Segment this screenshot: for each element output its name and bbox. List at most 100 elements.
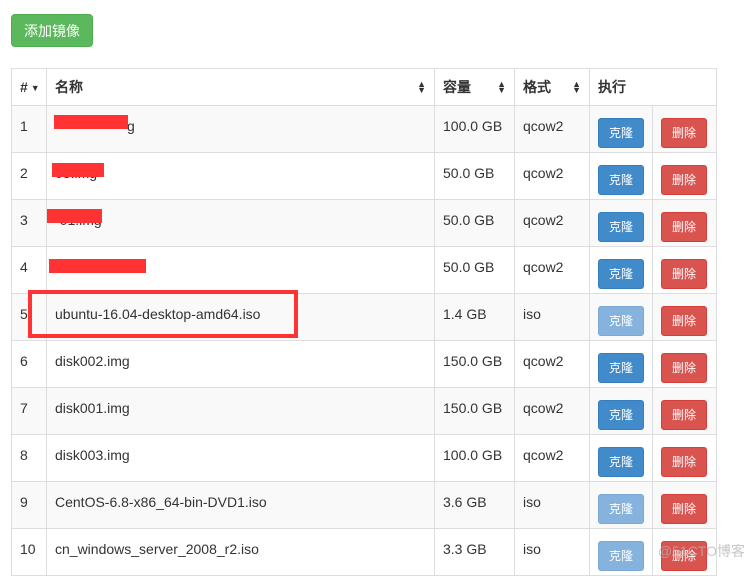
table-row: 5 ubuntu-16.04-desktop-amd64.iso 1.4 GB iso… — [11, 293, 717, 341]
column-header-name-label: 名称 — [55, 79, 83, 95]
row-delete-cell: 删除 — [652, 152, 717, 200]
row-format: iso — [514, 293, 590, 341]
row-delete-cell: 删除 — [652, 481, 717, 529]
row-delete-cell: 删除 — [652, 105, 717, 153]
row-name: cn_windows_server_2008_r2.iso — [46, 528, 435, 576]
sort-icon: ▲ ▼ — [417, 79, 426, 95]
row-delete-cell: 删除 — [652, 528, 717, 576]
delete-button[interactable]: 删除 — [661, 494, 707, 524]
row-index: 1 — [11, 105, 47, 153]
row-index: 10 — [11, 528, 47, 576]
image-table: # ▼ 名称 ▲ ▼ 容量 ▲ ▼ 格式 ▲ ▼ 执行 1 g 100.0 GB qcow2 克… — [11, 68, 717, 576]
row-name: g — [46, 105, 435, 153]
row-format: qcow2 — [514, 246, 590, 294]
clone-button[interactable]: 克隆 — [598, 541, 644, 571]
redaction-bar — [49, 259, 146, 273]
redaction-bar — [52, 163, 104, 177]
column-header-index[interactable]: # ▼ — [11, 68, 47, 106]
row-delete-cell: 删除 — [652, 340, 717, 388]
column-header-actions-label: 执行 — [598, 79, 626, 95]
row-clone-cell: 克隆 — [589, 434, 653, 482]
row-index: 3 — [11, 199, 47, 247]
row-clone-cell: 克隆 — [589, 152, 653, 200]
column-header-actions: 执行 — [589, 68, 717, 106]
column-header-size[interactable]: 容量 ▲ ▼ — [434, 68, 515, 106]
redaction-bar — [47, 209, 102, 223]
row-delete-cell: 删除 — [652, 199, 717, 247]
row-size: 100.0 GB — [434, 105, 515, 153]
table-row: 6 disk002.img 150.0 GB qcow2 克隆 删除 — [11, 340, 717, 388]
row-delete-cell: 删除 — [652, 293, 717, 341]
clone-button[interactable]: 克隆 — [598, 165, 644, 195]
delete-button[interactable]: 删除 — [661, 212, 707, 242]
row-clone-cell: 克隆 — [589, 528, 653, 576]
row-format: qcow2 — [514, 340, 590, 388]
table-row: 10 cn_windows_server_2008_r2.iso 3.3 GB iso… — [11, 528, 717, 576]
row-format: qcow2 — [514, 199, 590, 247]
column-header-size-label: 容量 — [443, 79, 471, 95]
row-index: 7 — [11, 387, 47, 435]
table-row: 1 g 100.0 GB qcow2 克隆 删除 — [11, 105, 717, 153]
row-format: iso — [514, 528, 590, 576]
clone-button[interactable]: 克隆 — [598, 494, 644, 524]
add-image-button[interactable]: 添加镜像 — [11, 14, 93, 47]
delete-button[interactable]: 删除 — [661, 400, 707, 430]
table-row: 203.img50.0 GBqcow2 克隆删除 — [11, 152, 717, 200]
clone-button[interactable]: 克隆 — [598, 259, 644, 289]
row-format: qcow2 — [514, 152, 590, 200]
row-size: 150.0 GB — [434, 340, 515, 388]
row-clone-cell: 克隆 — [589, 293, 653, 341]
row-size: 50.0 GB — [434, 246, 515, 294]
delete-button[interactable]: 删除 — [661, 306, 707, 336]
row-clone-cell: 克隆 — [589, 387, 653, 435]
row-name: CentOS-6.8-x86_64-bin-DVD1.iso — [46, 481, 435, 529]
row-size: 3.3 GB — [434, 528, 515, 576]
row-name: -01.img — [46, 199, 435, 247]
row-index: 9 — [11, 481, 47, 529]
clone-button[interactable]: 克隆 — [598, 447, 644, 477]
row-index: 5 — [11, 293, 47, 341]
row-delete-cell: 删除 — [652, 434, 717, 482]
clone-button[interactable]: 克隆 — [598, 212, 644, 242]
delete-button[interactable]: 删除 — [661, 118, 707, 148]
row-size: 150.0 GB — [434, 387, 515, 435]
table-row: 7 disk001.img 150.0 GB qcow2 克隆 删除 — [11, 387, 717, 435]
row-size: 100.0 GB — [434, 434, 515, 482]
sort-icon: ▲ ▼ — [572, 79, 581, 95]
sort-icon: ▲ ▼ — [497, 79, 506, 95]
delete-button[interactable]: 删除 — [661, 447, 707, 477]
row-delete-cell: 删除 — [652, 387, 717, 435]
clone-button[interactable]: 克隆 — [598, 306, 644, 336]
row-size: 50.0 GB — [434, 152, 515, 200]
row-format: qcow2 — [514, 105, 590, 153]
row-size: 3.6 GB — [434, 481, 515, 529]
sort-desc-icon: ▼ — [30, 83, 40, 93]
row-format: qcow2 — [514, 387, 590, 435]
row-index: 8 — [11, 434, 47, 482]
delete-button[interactable]: 删除 — [661, 165, 707, 195]
row-index: 2 — [11, 152, 47, 200]
column-header-format[interactable]: 格式 ▲ ▼ — [514, 68, 590, 106]
delete-button[interactable]: 删除 — [661, 541, 707, 571]
row-size: 50.0 GB — [434, 199, 515, 247]
delete-button[interactable]: 删除 — [661, 259, 707, 289]
table-row: 8 disk003.img 100.0 GB qcow2 克隆 删除 — [11, 434, 717, 482]
column-header-name[interactable]: 名称 ▲ ▼ — [46, 68, 435, 106]
table-row: 9 CentOS-6.8-x86_64-bin-DVD1.iso 3.6 GB iso… — [11, 481, 717, 529]
redaction-bar — [54, 115, 128, 129]
column-header-format-label: 格式 — [523, 79, 551, 95]
row-clone-cell: 克隆 — [589, 199, 653, 247]
row-format: qcow2 — [514, 434, 590, 482]
table-header-row: # ▼ 名称 ▲ ▼ 容量 ▲ ▼ 格式 ▲ ▼ 执行 — [11, 68, 717, 106]
row-name: disk003.img — [46, 434, 435, 482]
clone-button[interactable]: 克隆 — [598, 400, 644, 430]
row-name: 03.img — [46, 152, 435, 200]
row-name: disk002.img — [46, 340, 435, 388]
row-clone-cell: 克隆 — [589, 481, 653, 529]
row-name: ubuntu-16.04-desktop-amd64.iso — [46, 293, 435, 341]
row-clone-cell: 克隆 — [589, 340, 653, 388]
delete-button[interactable]: 删除 — [661, 353, 707, 383]
clone-button[interactable]: 克隆 — [598, 118, 644, 148]
clone-button[interactable]: 克隆 — [598, 353, 644, 383]
row-delete-cell: 删除 — [652, 246, 717, 294]
